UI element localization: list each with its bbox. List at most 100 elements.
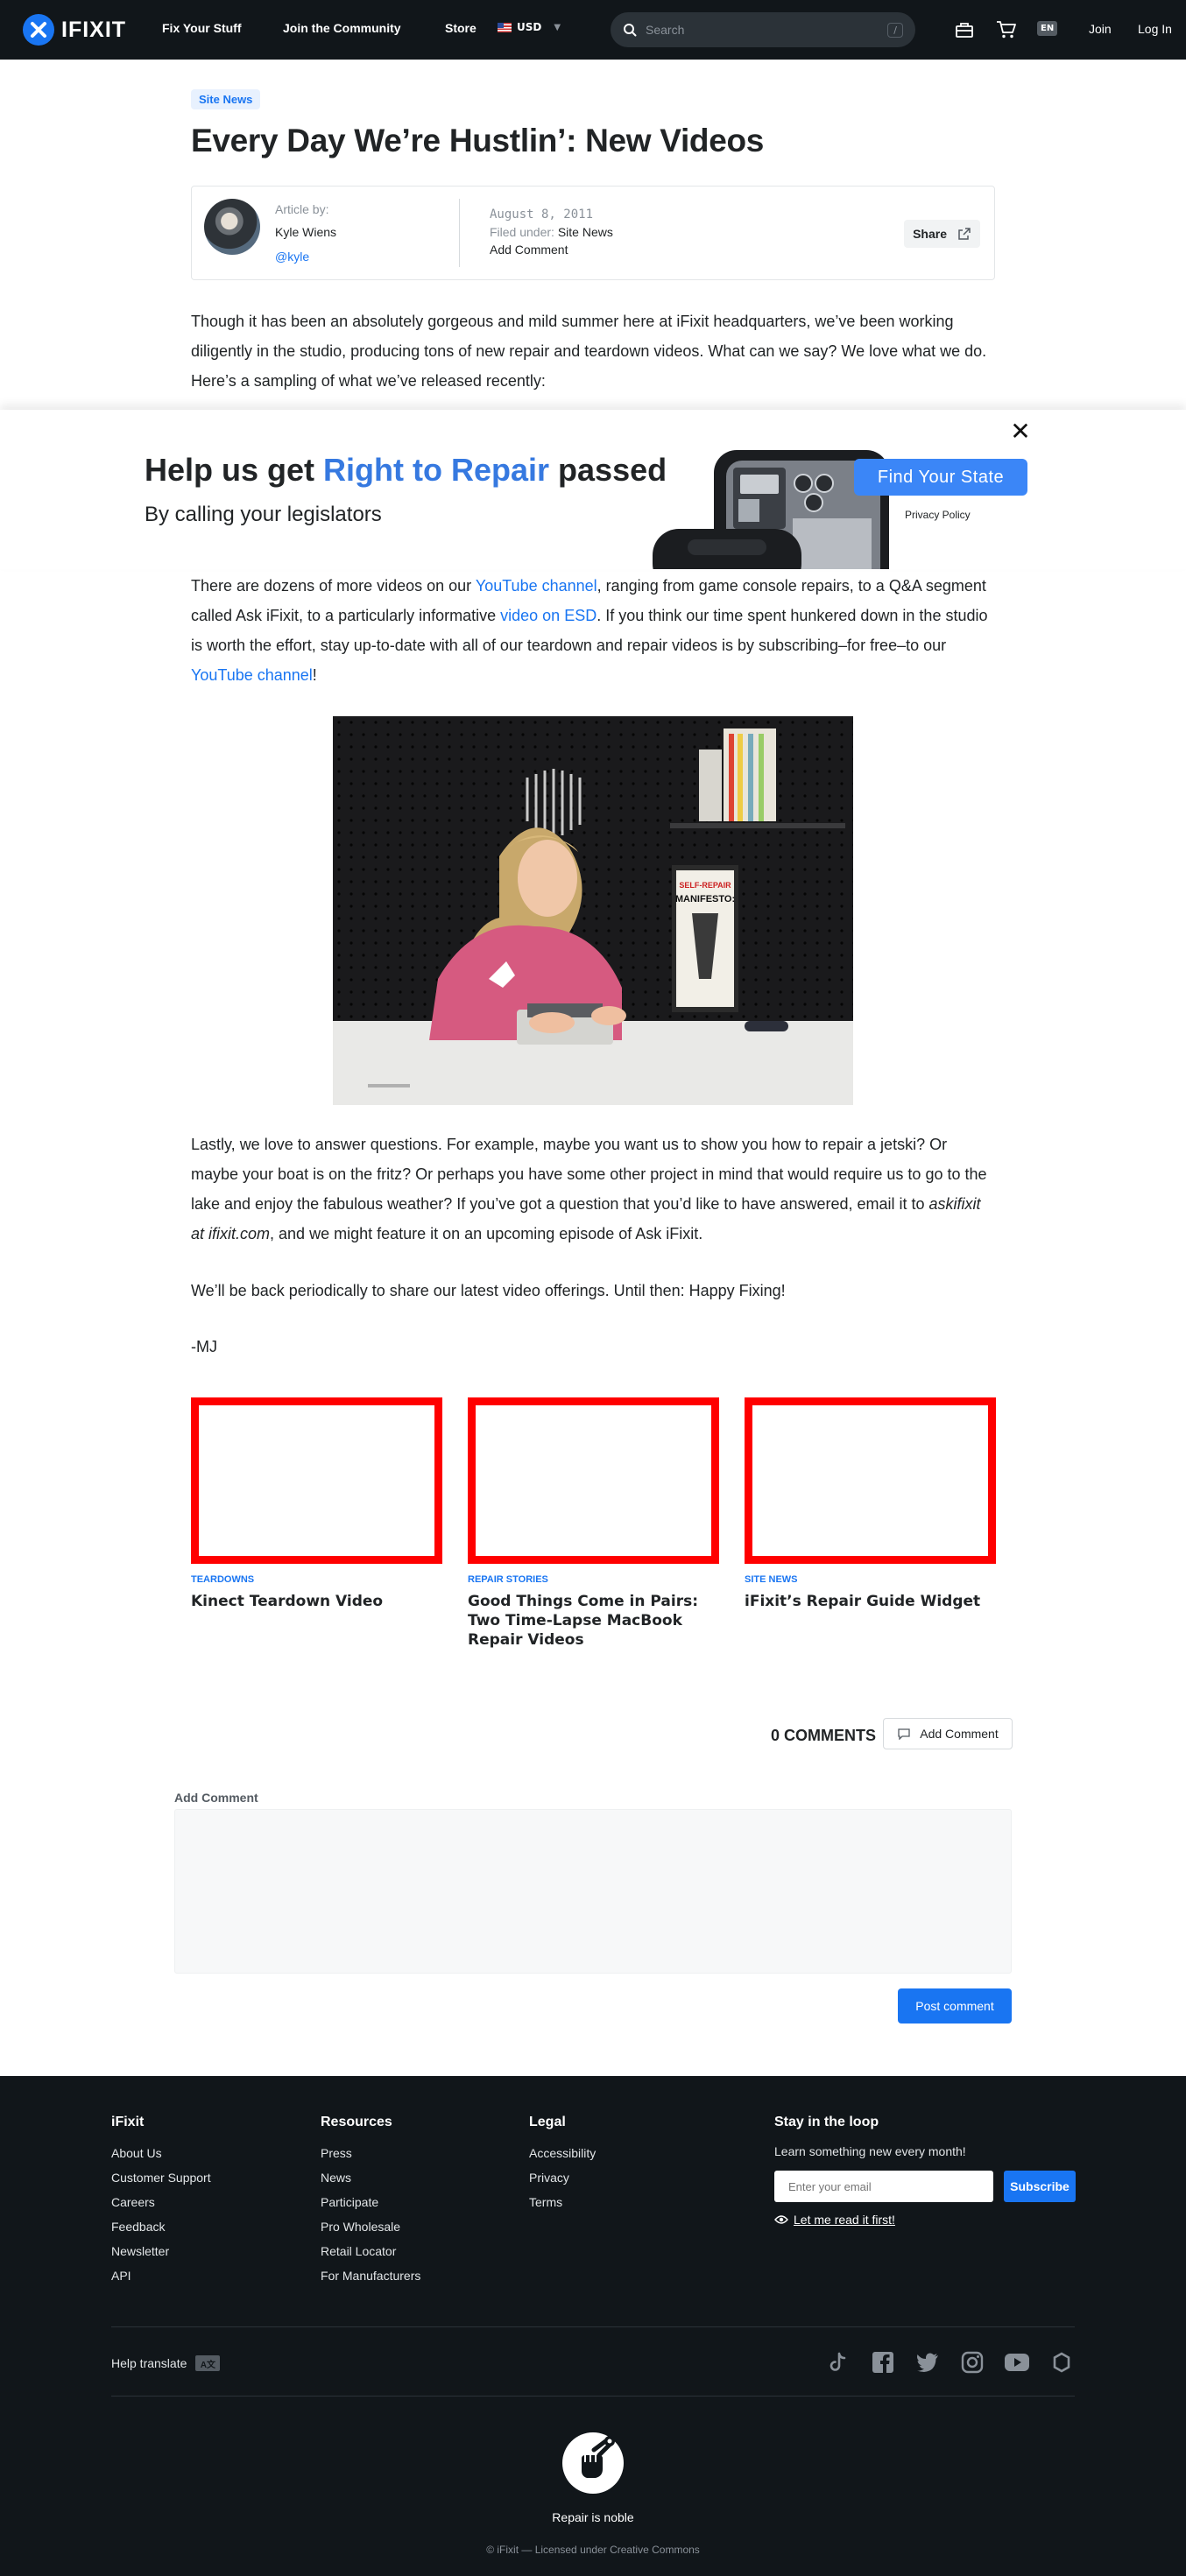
related-title[interactable]: Good Things Come in Pairs: Two Time-Laps…: [468, 1592, 719, 1650]
search-bar[interactable]: /: [611, 12, 915, 47]
newsletter-title: Stay in the loop: [774, 2115, 879, 2129]
translate-icon: A文: [195, 2355, 221, 2371]
footer-link[interactable]: Feedback: [111, 2218, 211, 2242]
footer-link[interactable]: Pro Wholesale: [321, 2218, 420, 2242]
related-title[interactable]: iFixit’s Repair Guide Widget: [745, 1592, 996, 1611]
footer-col-title: Resources: [321, 2115, 392, 2129]
poster-line-2: MANIFESTO:: [675, 894, 735, 904]
find-your-state-button[interactable]: Find Your State: [854, 459, 1027, 496]
instagram-icon[interactable]: [960, 2350, 985, 2375]
related-tag[interactable]: SITE NEWS: [745, 1574, 996, 1585]
top-nav: IFIXIT Fix Your Stuff Join the Community…: [0, 0, 1186, 60]
footer-link[interactable]: Retail Locator: [321, 2242, 420, 2267]
youtube-channel-link-2[interactable]: YouTube channel: [191, 666, 313, 684]
post-comment-button[interactable]: Post comment: [898, 1988, 1012, 2023]
footer-col-resources: Resources Press News Participate Pro Who…: [321, 2115, 420, 2291]
author-handle[interactable]: @kyle: [275, 250, 309, 264]
youtube-icon[interactable]: [1005, 2350, 1029, 2375]
article-paragraph-3: Lastly, we love to answer questions. For…: [191, 1130, 995, 1249]
banner-subtitle: By calling your legislators: [145, 503, 382, 526]
footer-link[interactable]: For Manufacturers: [321, 2267, 420, 2291]
youtube-channel-link[interactable]: YouTube channel: [476, 577, 597, 595]
repair-fist-logo-icon: [562, 2432, 624, 2494]
privacy-policy-link[interactable]: Privacy Policy: [905, 509, 971, 521]
tiktok-icon[interactable]: [825, 2350, 850, 2375]
related-thumbnail[interactable]: [468, 1397, 719, 1564]
search-input[interactable]: [646, 23, 882, 37]
related-card[interactable]: SITE NEWS iFixit’s Repair Guide Widget: [745, 1397, 996, 1611]
add-comment-link[interactable]: Add Comment: [490, 243, 568, 257]
footer-link[interactable]: Customer Support: [111, 2169, 211, 2193]
help-translate-link[interactable]: Help translate A文: [111, 2355, 221, 2371]
join-link[interactable]: Join: [1089, 22, 1112, 36]
related-card[interactable]: REPAIR STORIES Good Things Come in Pairs…: [468, 1397, 719, 1650]
read-first-label: Let me read it first!: [794, 2213, 895, 2227]
logo-text: IFIXIT: [61, 17, 127, 42]
login-link[interactable]: Log In: [1138, 22, 1172, 36]
author-avatar[interactable]: [204, 199, 260, 255]
footer-link[interactable]: Press: [321, 2144, 420, 2169]
nav-store[interactable]: Store: [445, 21, 477, 35]
related-card[interactable]: TEARDOWNS Kinect Teardown Video: [191, 1397, 442, 1611]
ifixit-logo[interactable]: IFIXIT: [23, 14, 126, 46]
add-comment-button-label: Add Comment: [920, 1727, 999, 1741]
repair-org-icon[interactable]: [1049, 2350, 1074, 2375]
comment-count: 0 COMMENTS: [771, 1727, 877, 1744]
share-label: Share: [913, 227, 947, 241]
banner-title-end: passed: [549, 452, 667, 488]
related-thumbnail[interactable]: [745, 1397, 996, 1564]
footer-link[interactable]: Careers: [111, 2193, 211, 2218]
newsletter-signup: Stay in the loop Learn something new eve…: [774, 2115, 1090, 2227]
article-paragraph-2: There are dozens of more videos on our Y…: [191, 571, 995, 690]
chevron-down-icon: ▼: [554, 22, 561, 32]
studio-photo: SELF-REPAIR MANIFESTO:: [333, 716, 853, 1105]
currency-selector[interactable]: USD ▼: [498, 21, 561, 33]
footer-col-title: iFixit: [111, 2115, 145, 2129]
footer-link[interactable]: Privacy: [529, 2169, 596, 2193]
article-date: August 8, 2011: [490, 208, 594, 222]
add-comment-button[interactable]: Add Comment: [883, 1718, 1013, 1749]
related-thumbnail[interactable]: [191, 1397, 442, 1564]
article-intro: Though it has been an absolutely gorgeou…: [191, 313, 987, 390]
language-selector[interactable]: EN: [1037, 21, 1058, 36]
footer-link[interactable]: About Us: [111, 2144, 211, 2169]
footer-tagline: Repair is noble: [552, 2510, 634, 2524]
twitter-icon[interactable]: [915, 2350, 940, 2375]
share-button[interactable]: Share: [904, 220, 980, 248]
p3-text-b: , and we might feature it on an upcoming…: [270, 1225, 703, 1242]
related-tag[interactable]: TEARDOWNS: [191, 1574, 442, 1585]
email-field[interactable]: [774, 2171, 993, 2202]
p2-text-a: There are dozens of more videos on our: [191, 577, 476, 595]
nav-fix-your-stuff[interactable]: Fix Your Stuff: [162, 21, 241, 35]
author-name: Kyle Wiens: [275, 225, 337, 239]
footer-link[interactable]: Accessibility: [529, 2144, 596, 2169]
external-link-icon: [958, 228, 971, 240]
footer-link[interactable]: Participate: [321, 2193, 420, 2218]
toolbox-icon[interactable]: [954, 19, 975, 40]
close-icon[interactable]: ✕: [1009, 419, 1032, 444]
category-tag[interactable]: Site News: [191, 89, 261, 109]
site-footer: iFixit About Us Customer Support Careers…: [0, 2076, 1186, 2576]
esd-video-link[interactable]: video on ESD: [500, 607, 597, 624]
meta-divider: [459, 199, 460, 267]
footer-link[interactable]: Newsletter: [111, 2242, 211, 2267]
nav-join-community[interactable]: Join the Community: [283, 21, 401, 35]
article-meta-box: Article by: Kyle Wiens @kyle August 8, 2…: [191, 186, 995, 280]
newsletter-desc: Learn something new every month!: [774, 2144, 966, 2158]
related-tag[interactable]: REPAIR STORIES: [468, 1574, 719, 1585]
cart-icon[interactable]: [996, 19, 1017, 40]
read-first-link[interactable]: Let me read it first!: [774, 2213, 1090, 2227]
article-signature: -MJ: [191, 1338, 217, 1355]
related-title[interactable]: Kinect Teardown Video: [191, 1592, 442, 1611]
footer-link[interactable]: Terms: [529, 2193, 596, 2218]
subscribe-button[interactable]: Subscribe: [1004, 2171, 1076, 2202]
footer-col-ifixit: iFixit About Us Customer Support Careers…: [111, 2115, 211, 2291]
footer-link[interactable]: API: [111, 2267, 211, 2291]
footer-link[interactable]: News: [321, 2169, 420, 2193]
comment-textarea[interactable]: [174, 1809, 1012, 1974]
filed-under-value[interactable]: Site News: [558, 225, 613, 239]
filed-under-label: Filed under:: [490, 225, 554, 239]
poster-line-1: SELF-REPAIR: [679, 881, 731, 890]
filed-under: Filed under: Site News: [490, 225, 613, 239]
facebook-icon[interactable]: [871, 2350, 895, 2375]
